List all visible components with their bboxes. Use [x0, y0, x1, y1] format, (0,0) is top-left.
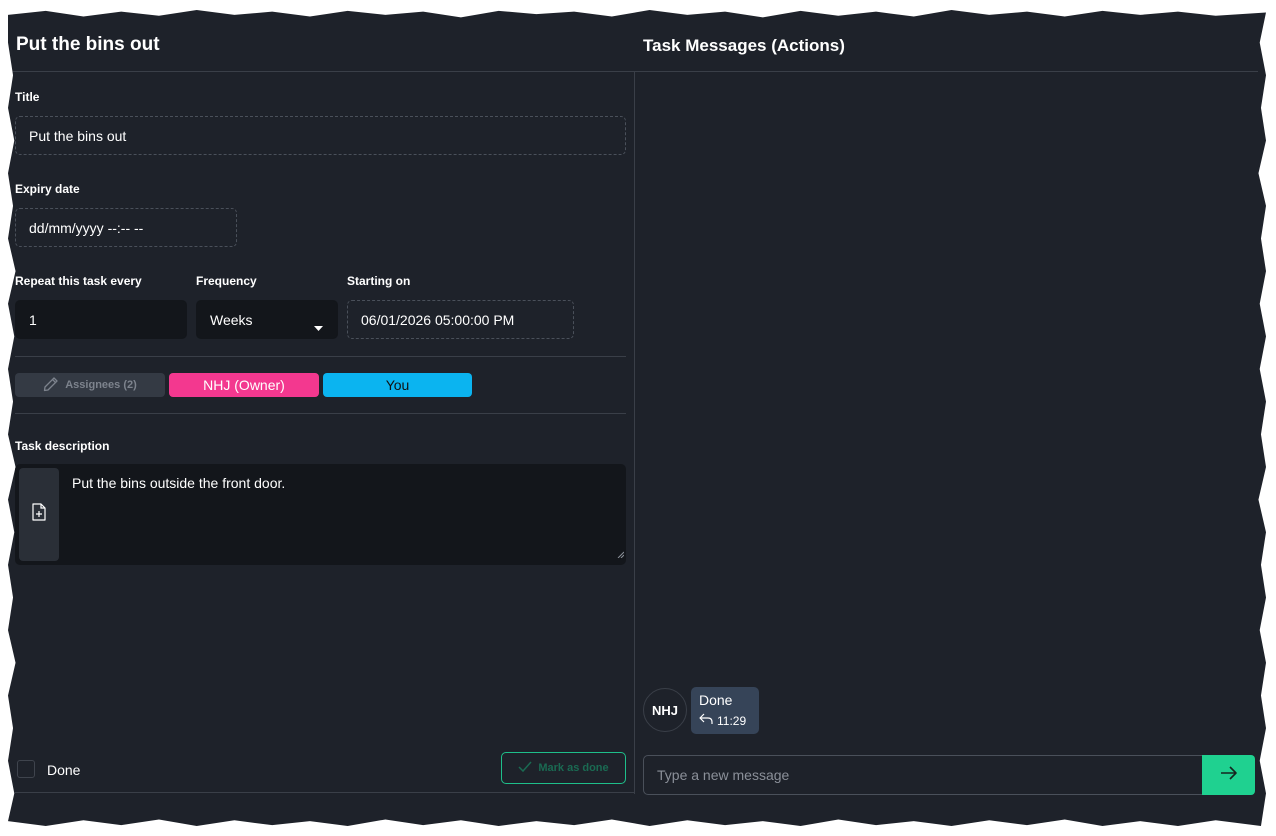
starting-date-value: 06/01/2026 05:00:00 PM	[361, 311, 515, 328]
checkmark-icon	[518, 761, 532, 776]
repeat-value: 1	[29, 311, 37, 328]
title-label: Title	[15, 90, 40, 104]
repeat-label: Repeat this task every	[15, 274, 142, 288]
message-bubble: Done 11:29	[691, 687, 759, 734]
expiry-label: Expiry date	[15, 182, 80, 196]
divider	[15, 356, 626, 357]
page-title: Put the bins out	[16, 34, 160, 55]
message-time: 11:29	[717, 713, 747, 728]
assignees-label: Assignees (2)	[65, 379, 137, 391]
send-button[interactable]	[1202, 755, 1255, 795]
done-checkbox[interactable]	[17, 760, 35, 778]
panel-divider	[634, 72, 635, 794]
task-window: Put the bins out Task Messages (Actions)…	[8, 10, 1266, 826]
assignee-chip-you-label: You	[385, 377, 410, 393]
mark-as-done-button[interactable]: Mark as done	[501, 752, 626, 784]
message-text: Done	[699, 692, 733, 708]
resize-handle-icon[interactable]	[617, 545, 625, 563]
avatar: NHJ	[643, 688, 687, 732]
message-input-placeholder: Type a new message	[657, 767, 790, 783]
starting-label: Starting on	[347, 274, 411, 288]
message-input[interactable]: Type a new message	[643, 755, 1203, 795]
divider	[15, 413, 626, 414]
description-box: Put the bins outside the front door.	[15, 464, 626, 565]
done-label: Done	[47, 762, 81, 778]
assignees-button[interactable]: Assignees (2)	[15, 373, 165, 397]
mark-as-done-label: Mark as done	[538, 762, 609, 774]
message-meta: 11:29	[699, 713, 746, 728]
reply-icon[interactable]	[699, 713, 713, 728]
messages-title: Task Messages (Actions)	[643, 36, 845, 55]
expiry-date-placeholder: dd/mm/yyyy --:-- --	[29, 219, 144, 236]
repeat-input[interactable]: 1	[15, 300, 187, 339]
frequency-select[interactable]: Weeks	[196, 300, 338, 339]
description-textarea[interactable]: Put the bins outside the front door.	[72, 475, 612, 491]
header-divider	[8, 71, 1258, 72]
file-plus-icon	[31, 503, 47, 526]
frequency-value: Weeks	[210, 311, 253, 328]
assignee-chip-owner-label: NHJ (Owner)	[203, 377, 285, 393]
description-label: Task description	[15, 439, 110, 453]
caret-down-icon	[314, 318, 323, 334]
arrow-right-icon	[1220, 765, 1238, 785]
title-input[interactable]: Put the bins out	[15, 116, 626, 155]
assignee-chip-you[interactable]: You	[323, 373, 472, 397]
expiry-date-input[interactable]: dd/mm/yyyy --:-- --	[15, 208, 237, 247]
starting-date-input[interactable]: 06/01/2026 05:00:00 PM	[347, 300, 574, 339]
title-input-value: Put the bins out	[29, 127, 127, 144]
footer-divider	[8, 792, 634, 793]
assignee-chip-owner[interactable]: NHJ (Owner)	[169, 373, 319, 397]
frequency-label: Frequency	[196, 274, 257, 288]
pencil-icon	[43, 376, 59, 395]
attach-file-button[interactable]	[19, 468, 59, 561]
